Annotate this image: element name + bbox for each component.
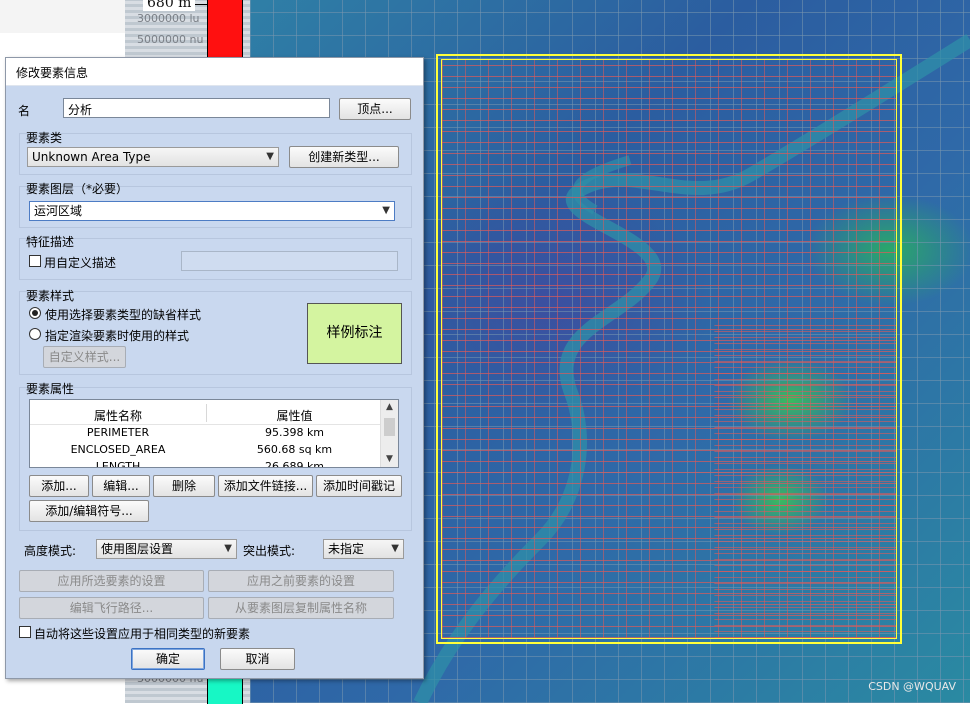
attribute-value: 560.68 sq km [256, 443, 333, 456]
altitude-mode-label: 高度模式: [24, 544, 77, 558]
table-row[interactable]: LENGTH 26.689 km [30, 460, 382, 468]
faded-label: 5000000 nu s [137, 33, 213, 46]
feature-class-label: 要素类 [26, 131, 63, 145]
add-attribute-button[interactable]: 添加... [29, 475, 89, 497]
attribute-name: LENGTH [95, 460, 141, 468]
watermark: CSDN @WQUAV [868, 680, 956, 693]
delete-attribute-button[interactable]: 删除 [153, 475, 215, 497]
name-input[interactable]: 分析 [63, 98, 330, 118]
name-label: 名 [18, 104, 31, 118]
default-style-label: 使用选择要素类型的缺省样式 [45, 308, 202, 322]
add-file-link-button[interactable]: 添加文件链接... [218, 475, 313, 497]
auto-apply-label: 自动将这些设置应用于相同类型的新要素 [34, 627, 251, 641]
dialog-titlebar[interactable]: 修改要素信息 [6, 58, 423, 86]
feature-layer-select[interactable]: 运河区域 ▼ [29, 201, 395, 221]
faded-label: 3000000 lu [137, 12, 200, 25]
custom-description-label: 用自定义描述 [44, 256, 117, 270]
table-row[interactable]: PERIMETER 95.398 km [30, 426, 382, 443]
copy-attribute-names-button[interactable]: 从要素图层复制属性名称 [208, 597, 394, 619]
add-edit-symbol-button[interactable]: 添加/编辑符号... [29, 500, 149, 522]
altitude-mode-select[interactable]: 使用图层设置 ▼ [96, 539, 237, 559]
chevron-down-icon: ▼ [224, 543, 232, 554]
default-style-radio[interactable] [29, 307, 41, 319]
cancel-button[interactable]: 取消 [220, 648, 295, 670]
extrude-mode-label: 突出模式: [243, 544, 296, 558]
attribute-value: 26.689 km [264, 460, 325, 468]
custom-description-input[interactable] [181, 251, 398, 271]
feature-layer-value: 运河区域 [34, 204, 83, 218]
chevron-down-icon: ▼ [391, 543, 399, 554]
chevron-down-icon: ▼ [382, 205, 390, 216]
attributes-table[interactable]: 属性名称 属性值 PERIMETER 95.398 km ENCLOSED_AR… [29, 399, 399, 468]
apply-previous-settings-button[interactable]: 应用之前要素的设置 [208, 570, 394, 592]
extrude-mode-select[interactable]: 未指定 ▼ [323, 539, 404, 559]
feature-layer-label: 要素图层（*必要） [26, 182, 129, 196]
attribute-name: PERIMETER [86, 426, 150, 439]
attribute-value: 95.398 km [264, 426, 325, 439]
auto-apply-checkbox[interactable] [19, 626, 31, 638]
legend-color-low [207, 678, 243, 704]
description-label: 特征描述 [26, 235, 75, 249]
create-new-type-button[interactable]: 创建新类型... [289, 146, 399, 168]
vertices-button[interactable]: 顶点... [339, 98, 411, 120]
extrude-mode-value: 未指定 [328, 542, 365, 556]
table-header: 属性名称 属性值 [30, 404, 382, 425]
scroll-thumb[interactable] [384, 418, 395, 436]
custom-style-button[interactable]: 自定义样式... [43, 346, 126, 368]
elevation-label: 680 m [143, 0, 196, 11]
style-preview: 样例标注 [307, 303, 402, 364]
custom-style-label: 指定渲染要素时使用的样式 [45, 329, 190, 343]
apply-selected-settings-button[interactable]: 应用所选要素的设置 [19, 570, 204, 592]
column-header-value[interactable]: 属性值 [207, 407, 382, 424]
attribute-name: ENCLOSED_AREA [70, 443, 166, 456]
custom-description-checkbox[interactable] [29, 255, 41, 267]
table-row[interactable]: ENCLOSED_AREA 560.68 sq km [30, 443, 382, 460]
altitude-mode-value: 使用图层设置 [101, 542, 174, 556]
scroll-down-icon[interactable]: ▼ [381, 452, 398, 467]
feature-class-select[interactable]: Unknown Area Type ▼ [27, 147, 279, 167]
ok-button[interactable]: 确定 [131, 648, 205, 670]
dialog-title: 修改要素信息 [16, 66, 89, 80]
attributes-label: 要素属性 [26, 382, 75, 396]
chevron-down-icon: ▼ [266, 151, 274, 162]
custom-style-radio[interactable] [29, 328, 41, 340]
scroll-up-icon[interactable]: ▲ [381, 400, 398, 415]
add-timestamp-button[interactable]: 添加时间戳记 [316, 475, 402, 497]
feature-class-value: Unknown Area Type [32, 150, 151, 164]
selected-area-grid [441, 59, 897, 639]
column-header-name[interactable]: 属性名称 [30, 407, 206, 424]
legend-color-high [207, 0, 243, 61]
edit-feature-dialog: 修改要素信息 名 分析 顶点... 要素类 Unknown Area Type … [5, 57, 424, 679]
style-label: 要素样式 [26, 289, 75, 303]
edit-flight-path-button[interactable]: 编辑飞行路径... [19, 597, 204, 619]
edit-attribute-button[interactable]: 编辑... [92, 475, 150, 497]
table-scrollbar[interactable]: ▲ ▼ [380, 400, 398, 467]
